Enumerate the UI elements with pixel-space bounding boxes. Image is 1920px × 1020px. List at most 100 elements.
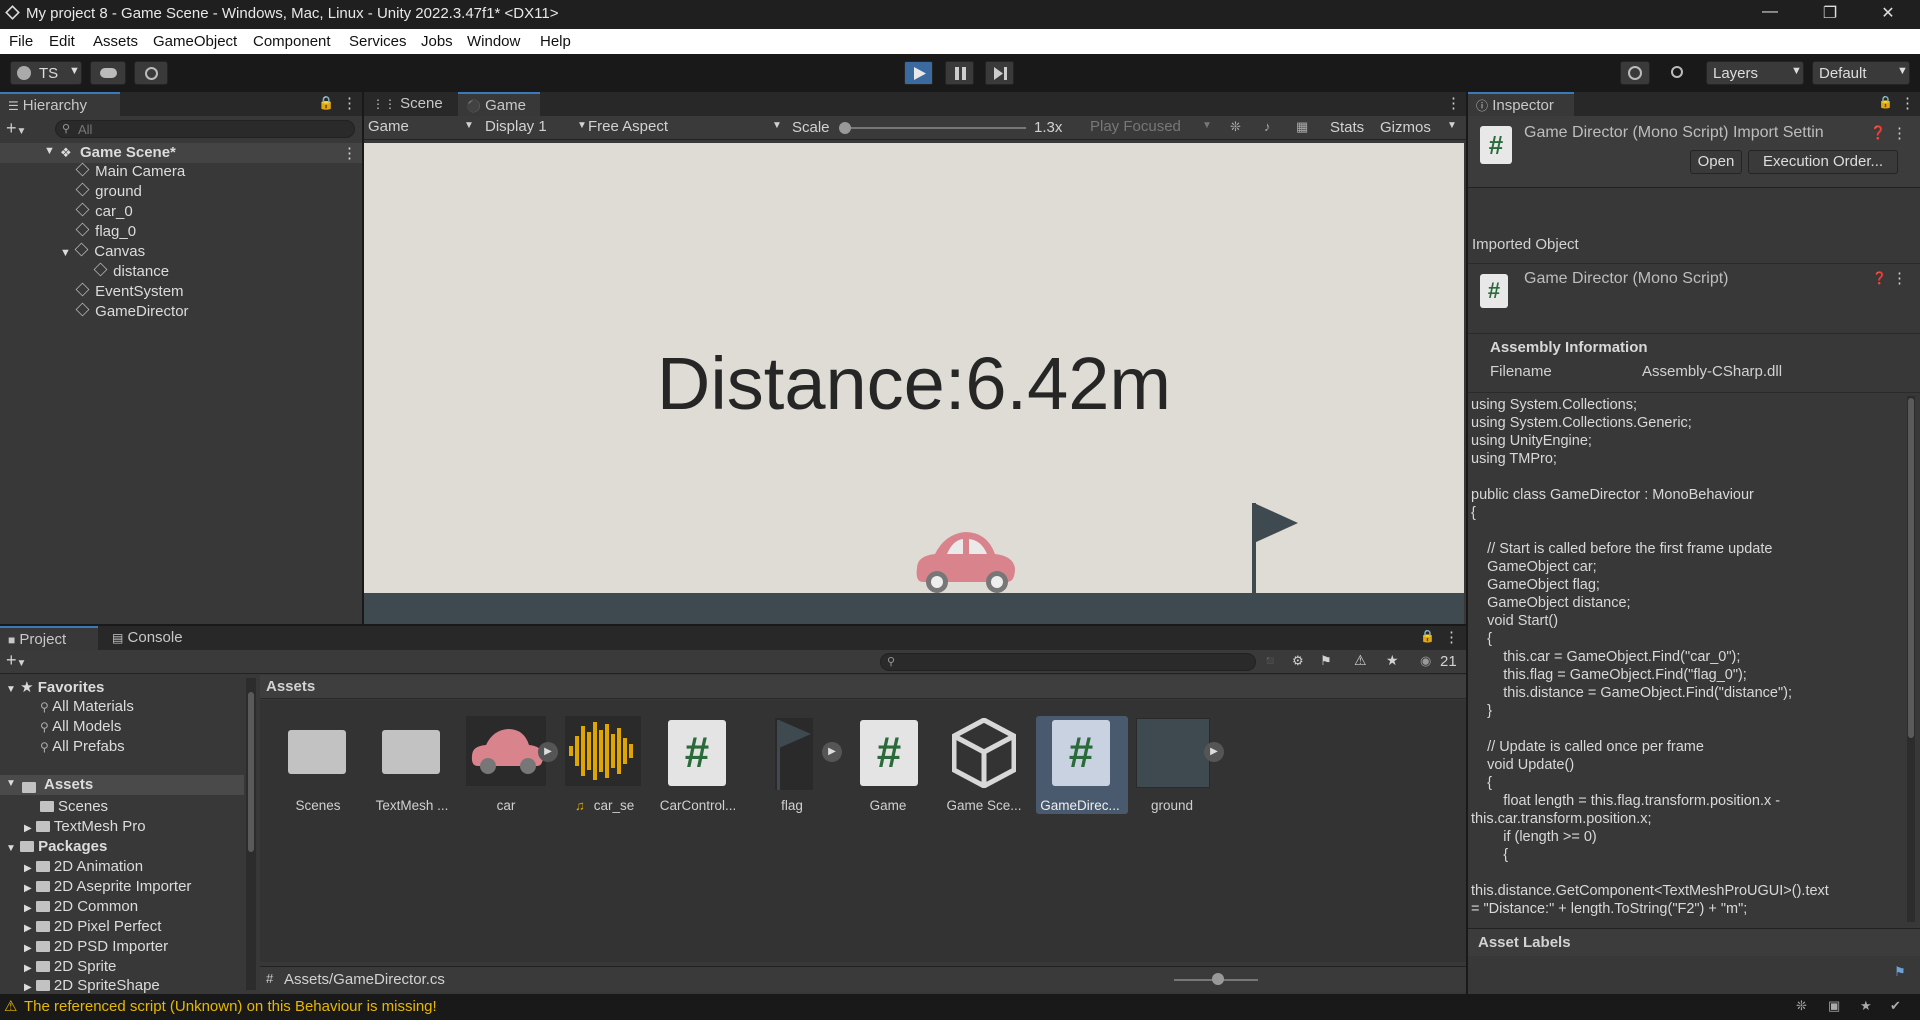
- csharp-script-icon[interactable]: #: [1052, 720, 1110, 786]
- hierarchy-item-eventsystem[interactable]: EventSystem: [75, 282, 184, 300]
- lock-icon[interactable]: 🔒: [1878, 95, 1893, 109]
- lock-icon[interactable]: 🔒: [318, 95, 334, 111]
- favorite-item[interactable]: ⚲ All Models: [40, 718, 121, 735]
- keyboard-icon[interactable]: ▦: [1296, 119, 1308, 135]
- menu-edit[interactable]: Edit: [49, 33, 75, 50]
- tab-console[interactable]: ▤ Console: [104, 626, 200, 650]
- hierarchy-item-ground[interactable]: ground: [75, 182, 142, 200]
- history-button[interactable]: [1620, 61, 1650, 85]
- stats-button[interactable]: Stats: [1330, 119, 1364, 136]
- more-menu-icon[interactable]: ⋮: [1444, 628, 1459, 646]
- menu-window[interactable]: Window: [467, 33, 520, 50]
- hierarchy-item-car[interactable]: car_0: [75, 202, 133, 220]
- package-item[interactable]: ▶ 2D PSD Importer: [24, 938, 168, 955]
- chevron-down-icon[interactable]: ▼: [1447, 120, 1457, 131]
- search-by-type-icon[interactable]: ◾: [1262, 653, 1278, 669]
- warning-filter-icon[interactable]: ⚠: [1354, 652, 1367, 669]
- display-dropdown[interactable]: Display 1 ▼: [485, 118, 591, 138]
- eye-icon[interactable]: ◉: [1420, 653, 1431, 669]
- help-icon[interactable]: ❓: [1872, 271, 1887, 285]
- layers-dropdown[interactable]: Layers ▼: [1706, 61, 1804, 85]
- game-viewport[interactable]: Distance:6.42m: [364, 143, 1464, 624]
- more-menu-icon[interactable]: ⋮: [1900, 94, 1915, 112]
- help-icon[interactable]: ❓: [1870, 125, 1886, 141]
- expand-arrow-icon[interactable]: ▶: [24, 903, 32, 914]
- aspect-dropdown[interactable]: Free Aspect ▼: [588, 118, 786, 138]
- menu-component[interactable]: Component: [253, 33, 331, 50]
- tab-inspector[interactable]: ⓘ Inspector: [1468, 92, 1574, 116]
- execution-order-button[interactable]: Execution Order...: [1748, 150, 1898, 174]
- asset-flag-sprite[interactable]: [775, 718, 813, 790]
- expand-arrow-icon[interactable]: ▶: [24, 883, 32, 894]
- hierarchy-item-distance[interactable]: distance: [93, 262, 169, 280]
- collab-button[interactable]: [134, 61, 168, 85]
- more-menu-icon[interactable]: ⋮: [1892, 269, 1907, 287]
- menu-help[interactable]: Help: [540, 33, 571, 50]
- package-item[interactable]: ▶ 2D Pixel Perfect: [24, 918, 161, 935]
- expand-sprite-icon[interactable]: ▶: [1204, 742, 1224, 762]
- unity-scene-icon[interactable]: [952, 718, 1016, 788]
- create-button[interactable]: +▼: [6, 650, 26, 671]
- expand-arrow-icon[interactable]: ▶: [24, 943, 32, 954]
- tab-game[interactable]: ⚫ Game: [458, 92, 540, 116]
- scrollbar-thumb[interactable]: [248, 692, 254, 852]
- cache-icon[interactable]: ▣: [1828, 998, 1840, 1014]
- expand-arrow-icon[interactable]: ▼: [6, 778, 16, 789]
- tab-hierarchy[interactable]: ☰ Hierarchy: [0, 92, 120, 116]
- scene-row[interactable]: ▼ ❖ Game Scene* ⋮: [0, 143, 362, 163]
- breadcrumb[interactable]: Assets: [266, 678, 315, 695]
- package-item[interactable]: ▶ 2D Aseprite Importer: [24, 878, 191, 895]
- menu-jobs[interactable]: Jobs: [421, 33, 453, 50]
- menu-assets[interactable]: Assets: [93, 33, 138, 50]
- asset-folder-textmesh[interactable]: [380, 722, 442, 778]
- expand-arrow-icon[interactable]: ▶: [24, 963, 32, 974]
- add-object-button[interactable]: +▼: [6, 118, 26, 139]
- progress-icon[interactable]: ★: [1860, 998, 1872, 1014]
- favorite-item[interactable]: ⚲ All Prefabs: [40, 738, 125, 755]
- menu-file[interactable]: File: [9, 33, 33, 50]
- assets-root-row[interactable]: ▼ Assets: [0, 775, 244, 795]
- asset-folder-scenes[interactable]: [286, 722, 348, 778]
- favorites-header[interactable]: ▼ ★ Favorites: [6, 678, 104, 696]
- account-dropdown[interactable]: TS ▼: [10, 61, 82, 85]
- tab-project[interactable]: ■ Project: [0, 626, 98, 650]
- menu-services[interactable]: Services: [349, 33, 407, 50]
- asset-folder-item[interactable]: ▶ TextMesh Pro: [24, 818, 146, 835]
- expand-sprite-icon[interactable]: ▶: [538, 742, 558, 762]
- hierarchy-item-canvas[interactable]: ▼ Canvas: [60, 242, 145, 260]
- more-menu-icon[interactable]: ⋮: [342, 144, 357, 162]
- tag-icon[interactable]: ⚑: [1894, 964, 1906, 980]
- package-item[interactable]: ▶ 2D Common: [24, 898, 138, 915]
- restore-icon[interactable]: ❐: [1810, 3, 1850, 23]
- minimize-icon[interactable]: —: [1750, 3, 1790, 21]
- pause-button[interactable]: [945, 61, 974, 85]
- package-item[interactable]: ▶ 2D Animation: [24, 858, 143, 875]
- close-icon[interactable]: ✕: [1868, 3, 1908, 23]
- expand-arrow-icon[interactable]: ▼: [6, 684, 16, 695]
- expand-sprite-icon[interactable]: ▶: [822, 742, 842, 762]
- ground-thumbnail-icon[interactable]: [1136, 718, 1210, 788]
- asset-folder-item[interactable]: Scenes: [40, 798, 108, 815]
- inspector-scrollbar[interactable]: [1907, 396, 1915, 922]
- more-menu-icon[interactable]: ⋮: [342, 94, 357, 112]
- asset-car-sprite[interactable]: [466, 716, 546, 786]
- favorite-item[interactable]: ⚲ All Materials: [40, 698, 134, 715]
- scale-slider-track[interactable]: [840, 127, 1026, 129]
- step-button[interactable]: [985, 61, 1014, 85]
- layout-dropdown[interactable]: Default ▼: [1812, 61, 1910, 85]
- project-tree-scrollbar[interactable]: [246, 678, 256, 990]
- play-focus-dropdown[interactable]: Play Focused ▼: [1090, 118, 1214, 138]
- debug-off-icon[interactable]: ❊: [1796, 998, 1807, 1014]
- zoom-slider-thumb[interactable]: [1212, 973, 1224, 985]
- more-menu-icon[interactable]: ⋮: [1446, 94, 1461, 112]
- scrollbar-thumb[interactable]: [1908, 398, 1914, 738]
- menu-gameobject[interactable]: GameObject: [153, 33, 237, 50]
- project-search-input[interactable]: ⚲: [880, 653, 1256, 671]
- scale-slider-thumb[interactable]: [839, 122, 851, 134]
- play-button[interactable]: [904, 61, 933, 85]
- bug-icon[interactable]: ❊: [1230, 119, 1241, 135]
- game-mode-dropdown[interactable]: Game ▼: [368, 118, 478, 138]
- expand-arrow-icon[interactable]: ▶: [24, 982, 32, 993]
- tab-scene[interactable]: ⋮⋮ Scene: [364, 92, 458, 116]
- star-icon[interactable]: ★: [1386, 652, 1399, 669]
